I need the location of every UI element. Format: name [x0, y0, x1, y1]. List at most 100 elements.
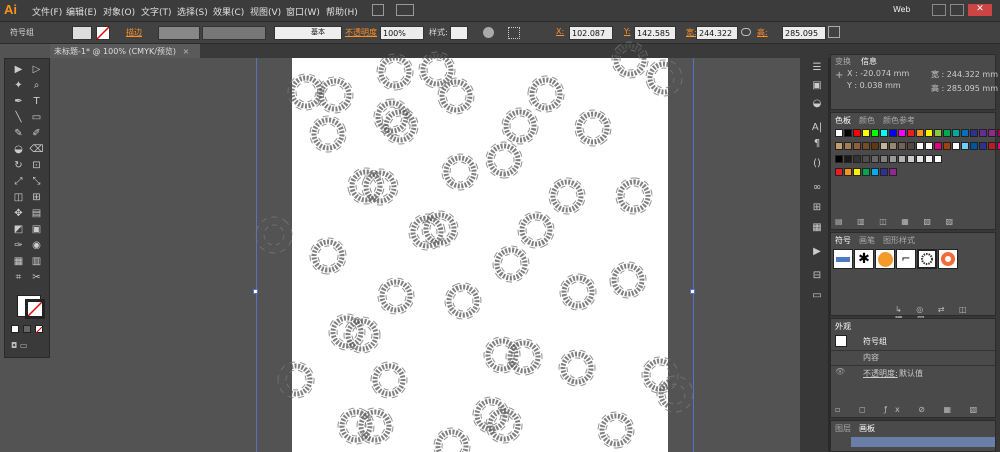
gradient-icon[interactable]: ▭ [810, 290, 824, 302]
actions-icon[interactable]: ▶ [810, 246, 824, 258]
visibility-eye-icon[interactable]: 👁 [835, 367, 845, 376]
mesh-tool-icon[interactable]: ✥ [11, 207, 26, 220]
symbol-instance[interactable] [484, 140, 524, 180]
swatch[interactable] [844, 129, 852, 137]
panel-menu-icon[interactable]: ☰ [810, 62, 824, 74]
symbol-instance[interactable] [640, 54, 689, 103]
swatch[interactable] [862, 142, 870, 150]
tab-color[interactable]: 颜色 [859, 115, 875, 126]
swatch[interactable] [916, 155, 924, 163]
type-tool-icon[interactable]: T [29, 95, 44, 108]
symbol-instance[interactable] [428, 422, 476, 452]
symbol-instance[interactable] [288, 74, 324, 110]
symbol-instance[interactable] [277, 361, 314, 398]
swatch[interactable] [862, 168, 870, 176]
tab-symbols[interactable]: 符号 [835, 235, 851, 246]
symbol-instance[interactable] [652, 371, 697, 416]
appearance-opacity-label[interactable]: 不透明度: [863, 368, 898, 379]
eraser-tool-icon[interactable]: ⌫ [29, 143, 44, 156]
swatch[interactable] [925, 155, 933, 163]
symbol-instance[interactable] [342, 315, 382, 355]
swatch[interactable] [916, 142, 924, 150]
layers-icon[interactable]: ▣ [810, 80, 824, 92]
appearance-footer-icons[interactable]: ▫ ◻ ƒx ⊘ ▦ ▧ [835, 405, 991, 415]
tab-layers[interactable]: 图层 [835, 423, 851, 434]
swatch[interactable] [844, 142, 852, 150]
swatch[interactable] [970, 142, 978, 150]
symbol-instance[interactable] [542, 171, 593, 222]
tab-graphic-styles[interactable]: 图形样式 [883, 235, 915, 246]
swatch[interactable] [943, 142, 951, 150]
swatch[interactable] [853, 142, 861, 150]
rotate-tool-icon[interactable]: ↻ [11, 159, 26, 172]
pencil-tool-icon[interactable]: ✐ [29, 127, 44, 140]
symbol-instance[interactable] [477, 330, 526, 379]
swatch[interactable] [889, 155, 897, 163]
symbol-instance[interactable] [568, 103, 619, 154]
magic-wand-tool-icon[interactable]: ✦ [11, 79, 26, 92]
color-mode-button[interactable] [11, 325, 19, 333]
swatch[interactable] [988, 129, 996, 137]
swatch[interactable] [961, 129, 969, 137]
swatch[interactable] [835, 142, 843, 150]
lasso-tool-icon[interactable]: ⌕ [29, 79, 44, 92]
perspective-grid-tool-icon[interactable]: ⊞ [29, 191, 44, 204]
symbol-sprayer-tool-icon[interactable]: ✑ [11, 239, 26, 252]
swatch[interactable] [934, 142, 942, 150]
swatch[interactable] [907, 129, 915, 137]
tab-transform[interactable]: 变换 [835, 56, 851, 67]
swatch[interactable] [835, 155, 843, 163]
swatch[interactable] [835, 129, 843, 137]
swatch[interactable] [961, 142, 969, 150]
gradient-tool-icon[interactable]: ▤ [29, 207, 44, 220]
swatch[interactable] [898, 129, 906, 137]
swatch[interactable] [916, 129, 924, 137]
symbol-instance[interactable] [372, 272, 420, 320]
blob-brush-tool-icon[interactable]: ◒ [11, 143, 26, 156]
gradient-mode-button[interactable] [23, 325, 31, 333]
rectangle-tool-icon[interactable]: ▭ [29, 111, 44, 124]
symbol-orange-button[interactable] [875, 249, 895, 269]
swatch[interactable] [889, 142, 897, 150]
swatch[interactable] [853, 168, 861, 176]
swatch[interactable] [970, 129, 978, 137]
symbol-instance[interactable] [555, 346, 599, 390]
none-mode-button[interactable] [35, 325, 43, 334]
swatch[interactable] [880, 155, 888, 163]
artboard-tool-icon[interactable]: ▦ [11, 255, 26, 268]
swatch[interactable] [880, 168, 888, 176]
drawing-modes-icon[interactable]: ◘ ▭ [11, 341, 43, 350]
swatch[interactable] [952, 142, 960, 150]
symbol-ring-pattern[interactable] [917, 249, 937, 269]
symbol-instance[interactable] [439, 277, 488, 326]
swatch[interactable] [898, 142, 906, 150]
character-icon[interactable]: A| [810, 122, 824, 134]
swatch[interactable] [925, 142, 933, 150]
symbol-instance[interactable] [526, 74, 565, 113]
symbol-instance[interactable] [309, 237, 347, 275]
paragraph-icon[interactable]: ¶ [810, 138, 824, 150]
swatch[interactable] [871, 168, 879, 176]
zoom-tool-icon[interactable]: ✂ [29, 271, 44, 284]
scale-tool-icon[interactable]: ⊡ [29, 159, 44, 172]
symbol-instance[interactable] [364, 355, 415, 406]
hand-tool-icon[interactable]: ⌗ [11, 271, 26, 284]
symbol-footer-icons[interactable]: ↳ ◎ ⇄ ◫ ▦ ▧ [895, 305, 991, 323]
tab-swatches[interactable]: 色板 [835, 115, 851, 126]
swatch[interactable] [844, 168, 852, 176]
swatch[interactable] [835, 168, 843, 176]
tab-info[interactable]: 信息 [861, 56, 877, 67]
shape-builder-tool-icon[interactable]: ◫ [11, 191, 26, 204]
swatch[interactable] [898, 155, 906, 163]
symbol-instance[interactable] [499, 105, 541, 147]
blend-tool-icon[interactable]: ▣ [29, 223, 44, 236]
symbol-blue-banner[interactable] [833, 249, 853, 269]
symbol-instance[interactable] [431, 71, 481, 121]
swatch[interactable] [844, 155, 852, 163]
swatch[interactable] [988, 142, 996, 150]
pathfinder-icon[interactable]: ▦ [810, 222, 824, 234]
swatch[interactable] [871, 155, 879, 163]
swatch[interactable] [889, 129, 897, 137]
swatch[interactable] [853, 129, 861, 137]
symbol-instance[interactable] [607, 259, 650, 302]
